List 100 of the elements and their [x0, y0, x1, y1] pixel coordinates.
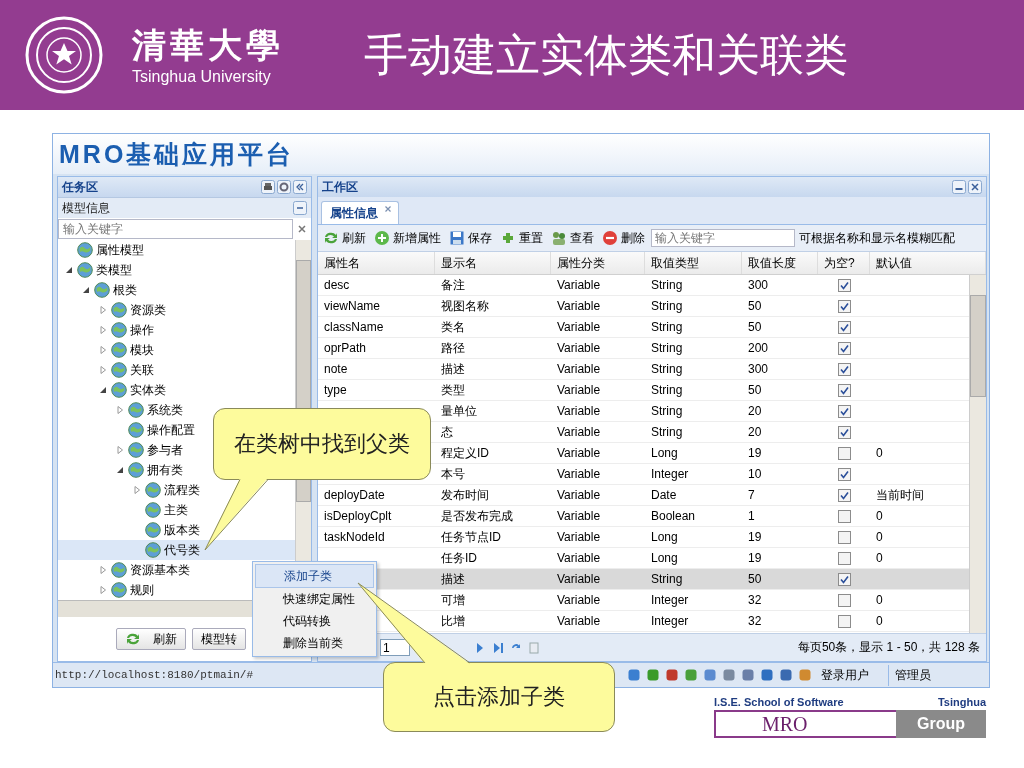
table-cell-text: Variable	[556, 592, 602, 609]
table-cell-text: 200	[747, 340, 770, 357]
table-cell-text: 19	[747, 529, 763, 546]
table-cell-text: Long	[650, 445, 679, 462]
tree-item-label: 属性模型	[96, 241, 144, 259]
table-cell-text: 当前时间	[875, 486, 925, 504]
panel-title: 任务区	[62, 178, 98, 196]
table-cell-text: Variable	[556, 277, 602, 294]
table-cell-text: Variable	[556, 382, 602, 399]
project-name: MRO	[714, 710, 896, 738]
table-cell-text: Variable	[556, 424, 602, 441]
table-cell-text: 0	[875, 592, 884, 609]
tree-item-label: 模块	[130, 341, 154, 359]
table-cell-text: Variable	[556, 361, 602, 378]
table-cell-text: Variable	[556, 319, 602, 336]
user-label: 登录用户	[821, 666, 869, 684]
table-cell-text: Variable	[556, 529, 602, 546]
table-cell-text: note	[323, 361, 349, 378]
table-cell-text: isDeployCplt	[323, 508, 393, 525]
table-cell-text: oprPath	[323, 340, 368, 357]
tree-item-label: 版本类	[164, 521, 200, 539]
section-title: 模型信息	[62, 199, 110, 217]
tree-item-label: 流程类	[164, 481, 200, 499]
tree-item-label: 关联	[130, 361, 154, 379]
callout-tooltip: 点击添加子类	[383, 662, 615, 732]
table-cell-text: Long	[650, 529, 679, 546]
table-cell-text: String	[650, 277, 684, 294]
tree-item-label: 资源类	[130, 301, 166, 319]
tree-item-label: 实体类	[130, 381, 166, 399]
slide-title: 手动建立实体类和关联类	[364, 28, 848, 81]
table-cell-text: Variable	[556, 487, 602, 504]
tree-item-label: 操作	[130, 321, 154, 339]
table-cell-text: Integer	[650, 613, 690, 630]
table-cell-text: 50	[747, 319, 763, 336]
table-cell-text: 0	[875, 508, 884, 525]
tree-item-label: 类模型	[96, 261, 132, 279]
search-hint: 可根据名称和显示名模糊匹配	[799, 229, 955, 247]
app-title: MRO基础应用平台	[53, 134, 989, 174]
table-cell-text: Variable	[556, 445, 602, 462]
table-cell-text: Integer	[650, 592, 690, 609]
table-cell-text: taskNodeId	[323, 529, 386, 546]
university-name: 清華大學	[132, 24, 284, 67]
table-cell-text: String	[650, 382, 684, 399]
table-cell-text: type	[323, 382, 348, 399]
tree-item-label: 根类	[113, 281, 137, 299]
table-cell-text: Variable	[556, 340, 602, 357]
table-cell-text: 10	[747, 466, 763, 483]
table-cell-text: Variable	[556, 613, 602, 630]
table-cell-text: 19	[747, 550, 763, 567]
table-cell-text: String	[650, 340, 684, 357]
table-cell-text: Date	[650, 487, 678, 504]
table-cell-text: 20	[747, 424, 763, 441]
table-cell-text: className	[323, 319, 385, 336]
team-label: Group	[896, 710, 986, 738]
table-cell-text: viewName	[323, 298, 381, 315]
table-cell-text: Variable	[556, 508, 602, 525]
table-cell-text: 0	[875, 529, 884, 546]
table-cell-text: Variable	[556, 466, 602, 483]
table-cell-text: String	[650, 298, 684, 315]
table-cell-text: 300	[747, 277, 770, 294]
table-cell-text: desc	[323, 277, 351, 294]
tree-item-label: 系统类	[147, 401, 183, 419]
table-cell-text: 50	[747, 298, 763, 315]
tree-item-label: 主类	[164, 501, 188, 519]
university-label: Tsinghua	[937, 696, 986, 708]
table-cell-text: 0	[875, 550, 884, 567]
table-cell: Variable	[551, 569, 645, 589]
user-name: 管理员	[888, 664, 961, 686]
table-cell-text: 32	[747, 592, 763, 609]
table-cell-text: Variable	[556, 403, 602, 420]
tree-item-label: 代号类	[164, 541, 200, 559]
tree-item-label: 拥有类	[147, 461, 183, 479]
table-cell-text: 19	[747, 445, 763, 462]
table-cell-text: Integer	[650, 466, 690, 483]
table-cell: String	[645, 569, 742, 589]
tree-item-label: 资源基本类	[130, 561, 190, 579]
pager-summary: 每页50条，显示 1 - 50，共 128 条	[797, 639, 980, 656]
status-url: http://localhost:8180/ptmain/#	[55, 669, 254, 681]
table-cell-text: 1	[747, 508, 756, 525]
table-cell-text: String	[650, 361, 684, 378]
table-cell-text: Long	[650, 550, 679, 567]
table-cell-text: String	[650, 403, 684, 420]
tree-item-label: 规则	[130, 581, 154, 599]
school-name: I.S.E. School of Software	[714, 696, 844, 708]
table-cell: 50	[742, 569, 818, 589]
table-cell-text: 20	[747, 403, 763, 420]
panel-title: 工作区	[322, 178, 358, 196]
table-cell-text: 50	[747, 382, 763, 399]
table-cell-text: Variable	[556, 550, 602, 567]
tree-item-label: 参与者	[147, 441, 183, 459]
university-name-english: Tsinghua University	[132, 67, 271, 87]
table-cell-text: String	[650, 424, 684, 441]
table-cell-text: 0	[875, 445, 884, 462]
table-cell-text: Variable	[556, 298, 602, 315]
table-cell-text: deployDate	[323, 487, 386, 504]
table-cell-text: 300	[747, 361, 770, 378]
table-cell-text: 32	[747, 613, 763, 630]
table-cell-text: String	[650, 319, 684, 336]
tree-item-label: 操作配置	[147, 421, 195, 439]
table-cell-text: Boolean	[650, 508, 697, 525]
